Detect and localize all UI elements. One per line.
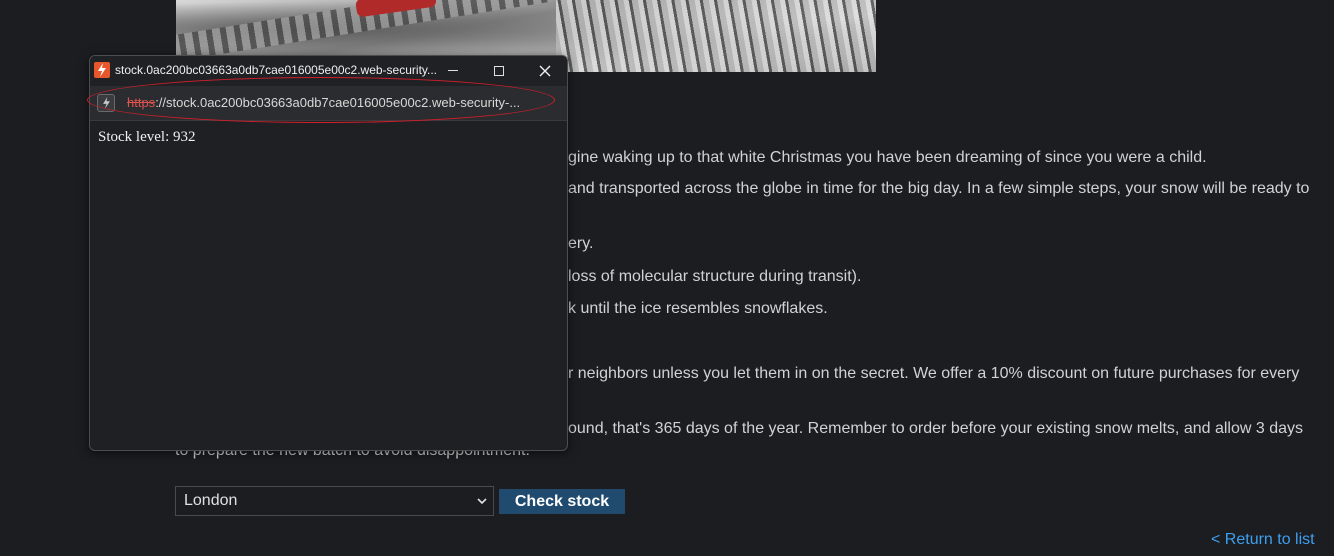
popup-window-title: stock.0ac200bc03663a0db7cae016005e00c2.w…	[115, 63, 438, 77]
description-line: loss of molecular structure during trans…	[568, 268, 862, 285]
stock-level-text: Stock level: 932	[98, 129, 196, 145]
description-line: and transported across the globe in time…	[568, 180, 1310, 197]
check-stock-button[interactable]: Check stock	[499, 489, 625, 514]
minimize-icon[interactable]	[443, 61, 463, 81]
return-to-list-link[interactable]: < Return to list	[1211, 531, 1315, 549]
chevron-down-icon	[475, 487, 489, 515]
highlight-ellipse	[87, 77, 555, 123]
description-line: gine waking up to that white Christmas y…	[568, 149, 1207, 166]
description-line: ery.	[568, 235, 594, 252]
description-line: r neighbors unless you let them in on th…	[568, 365, 1300, 382]
close-icon[interactable]	[535, 61, 555, 81]
description-line: k until the ice resembles snowflakes.	[568, 300, 828, 317]
store-select-value: London	[184, 492, 238, 509]
description-line: ound, that's 365 days of the year. Remem…	[568, 420, 1304, 437]
image-trees	[556, 0, 876, 72]
store-select[interactable]: London	[175, 486, 494, 516]
maximize-icon[interactable]	[489, 61, 509, 81]
lightning-icon	[94, 62, 110, 78]
